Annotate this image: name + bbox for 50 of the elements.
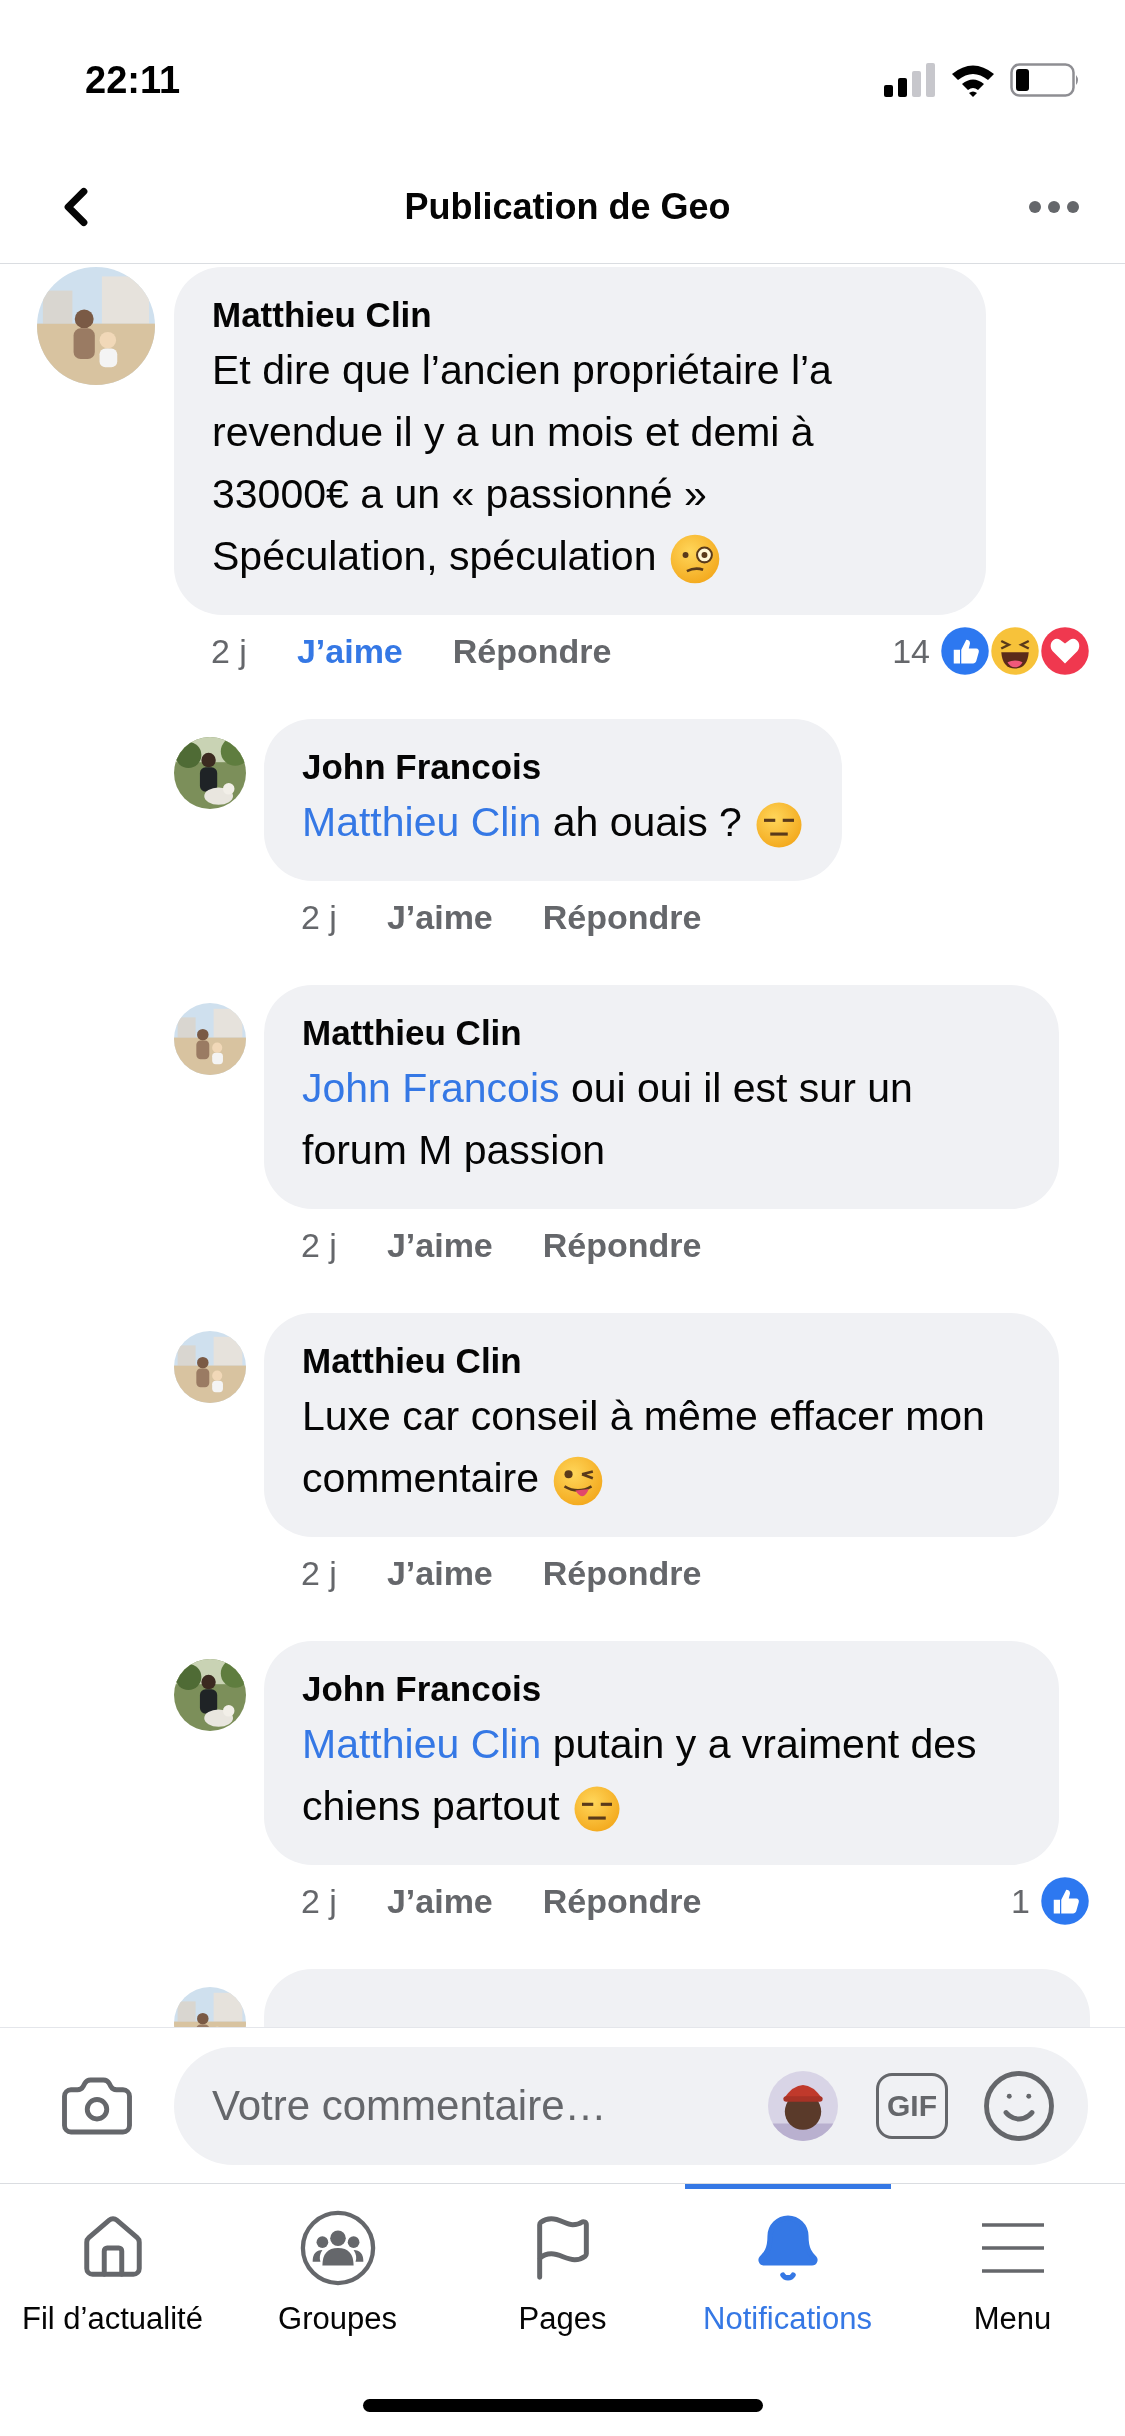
wifi-icon bbox=[950, 63, 996, 97]
laughing-face-icon bbox=[990, 626, 1040, 676]
tab-button[interactable]: Groupes bbox=[225, 2184, 450, 2374]
page-title: Publication de Geo bbox=[403, 184, 732, 229]
reply-button[interactable]: Répondre bbox=[542, 891, 702, 943]
tab-button[interactable]: Fil d’actualité bbox=[0, 2184, 225, 2374]
comment-time: 2 j bbox=[211, 630, 247, 672]
like-button[interactable]: J’aime bbox=[386, 891, 493, 943]
comment-time: 2 j bbox=[301, 1224, 337, 1266]
comment-author[interactable]: Matthieu Clin bbox=[302, 1009, 1021, 1057]
like-button[interactable]: J’aime bbox=[296, 625, 403, 677]
reply-button[interactable]: Répondre bbox=[542, 1219, 702, 1271]
like-button[interactable]: J’aime bbox=[386, 1219, 493, 1271]
comment-field[interactable]: Votre commentaire… GIF bbox=[174, 2046, 1088, 2165]
comment-text: Matthieu Clin ah ouais ? bbox=[302, 791, 804, 853]
comment-text: Spéculation, spéculation bbox=[212, 525, 948, 587]
reply-button[interactable]: Répondre bbox=[542, 1875, 702, 1927]
battery-icon bbox=[1010, 63, 1080, 97]
tab-button[interactable]: Pages bbox=[450, 2184, 675, 2374]
thumbs-up-icon bbox=[940, 626, 990, 676]
comment-text: John Francois oui oui il est sur un forum M passion bbox=[302, 1064, 914, 1175]
comment-text: Luxe car conseil à même effacer mon commentaire bbox=[302, 1385, 1021, 1509]
comment-text: Matthieu Clin putain y a vraiment des chiens partout bbox=[302, 1713, 1021, 1837]
more-options-icon[interactable] bbox=[1028, 199, 1080, 214]
comment-time: 2 j bbox=[301, 896, 337, 938]
comment-author[interactable]: John Francois bbox=[302, 743, 804, 791]
comment-text: Et dire que l’ancien propriétaire l’a revendue il y a un mois et demi à 33000€ a un « passionné » bbox=[212, 346, 833, 519]
reaction-count: 1 bbox=[1011, 1880, 1030, 1922]
thumbs-up-icon bbox=[1040, 1876, 1090, 1926]
comment-author[interactable]: Matthieu Clin bbox=[302, 1337, 1021, 1385]
comment-time: 2 j bbox=[301, 1552, 337, 1594]
mention-link[interactable]: Matthieu Clin bbox=[302, 799, 542, 845]
reaction-count: 14 bbox=[892, 630, 930, 672]
mention-link[interactable]: Matthieu Clin bbox=[302, 1721, 542, 1767]
comment-time: 2 j bbox=[301, 1880, 337, 1922]
comment-author[interactable]: Matthieu Clin bbox=[212, 291, 948, 339]
tab-button[interactable]: Menu bbox=[900, 2184, 1125, 2374]
comment-input[interactable]: Votre commentaire… bbox=[212, 2074, 768, 2137]
menu-icon bbox=[979, 2221, 1046, 2275]
comment-author[interactable]: John Francois bbox=[302, 1665, 1021, 1713]
reply-button[interactable]: Répondre bbox=[452, 625, 612, 677]
like-button[interactable]: J’aime bbox=[386, 1547, 493, 1599]
like-button[interactable]: J’aime bbox=[386, 1875, 493, 1927]
status-time: 22:11 bbox=[85, 57, 181, 103]
tab-button[interactable]: Notifications bbox=[675, 2184, 900, 2374]
groups-icon bbox=[298, 2209, 377, 2287]
signal-icon bbox=[884, 63, 936, 97]
mention-link[interactable]: John Francois bbox=[302, 1065, 560, 1111]
reply-button[interactable]: Répondre bbox=[542, 1547, 702, 1599]
gif-button[interactable]: GIF bbox=[876, 2072, 948, 2139]
